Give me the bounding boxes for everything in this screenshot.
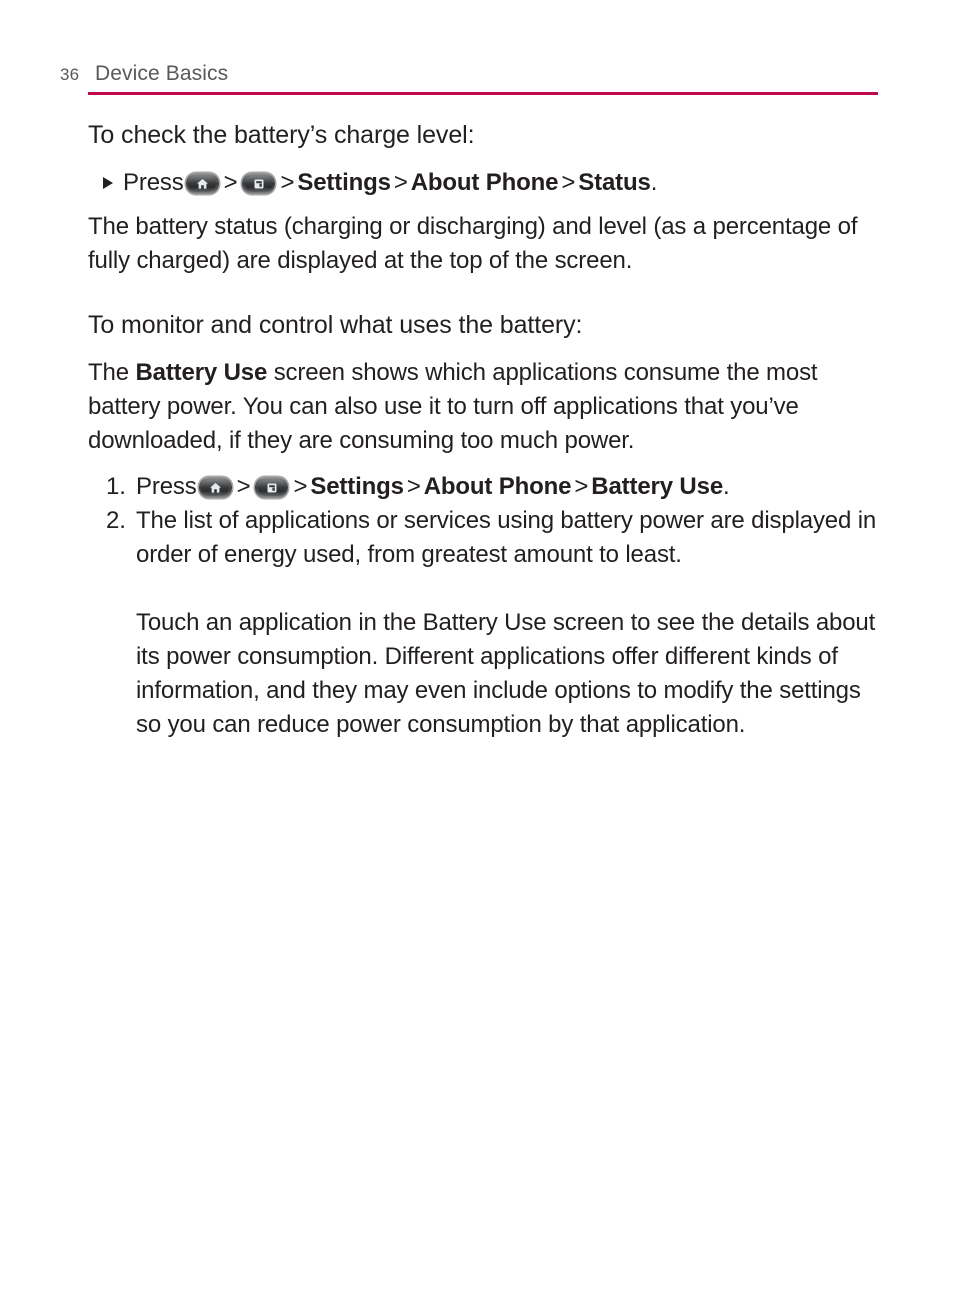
triangle-bullet-icon bbox=[103, 166, 123, 200]
menu-path-settings: Settings bbox=[297, 169, 391, 196]
heading-check-battery-charge: To check the battery’s charge level: bbox=[88, 121, 475, 149]
list-item-1-marker: 1. bbox=[106, 473, 126, 500]
document-page: 36 Device Basics To check the battery’s … bbox=[0, 0, 954, 1291]
press-label: Press bbox=[136, 473, 197, 500]
running-header: 36 Device Basics bbox=[60, 62, 878, 98]
menu-path-status: Status bbox=[578, 169, 651, 196]
list-item-2-marker: 2. bbox=[106, 507, 126, 534]
period-1: . bbox=[650, 169, 658, 196]
header-row: 36 Device Basics bbox=[60, 62, 878, 86]
list-item-2-text: The list of applications or services usi… bbox=[136, 507, 877, 568]
home-key-icon bbox=[185, 173, 219, 194]
menu-path-about-phone: About Phone bbox=[410, 169, 559, 196]
list-item-1: 1. Press > > Settings > About Phone > Battery… bbox=[88, 470, 878, 504]
menu-key-icon bbox=[242, 173, 276, 194]
list-item-1-text: Press > > Settings > About Phone > Battery Us… bbox=[136, 470, 878, 504]
separator-2: > bbox=[293, 473, 308, 500]
page-number: 36 bbox=[60, 65, 80, 84]
separator-4: > bbox=[561, 169, 576, 196]
menu-path-battery-use: Battery Use bbox=[591, 473, 724, 500]
press-label: Press bbox=[123, 169, 184, 196]
menu-path-about-phone: About Phone bbox=[423, 473, 572, 500]
period-2: . bbox=[723, 473, 730, 500]
paragraph-battery-use-part1: The bbox=[88, 359, 136, 386]
header-rule-divider bbox=[88, 92, 878, 95]
bullet-item-text: Press > > Settings > About Phone > Status. bbox=[123, 166, 878, 200]
page-content: To check the battery’s charge level: Pre… bbox=[88, 118, 878, 766]
separator-4: > bbox=[574, 473, 589, 500]
separator-1: > bbox=[223, 169, 238, 196]
home-key-icon bbox=[198, 477, 232, 498]
separator-3: > bbox=[406, 473, 421, 500]
separator-1: > bbox=[236, 473, 251, 500]
paragraph-battery-use: The Battery Use screen shows which appli… bbox=[88, 356, 878, 458]
menu-key-icon bbox=[255, 477, 289, 498]
menu-path-settings: Settings bbox=[310, 473, 404, 500]
term-battery-use: Battery Use bbox=[135, 359, 268, 386]
heading-monitor-control-battery: To monitor and control what uses the bat… bbox=[88, 311, 583, 339]
separator-3: > bbox=[393, 169, 408, 196]
paragraph-touch-application: Touch an application in the Battery Use … bbox=[136, 609, 876, 738]
separator-2: > bbox=[280, 169, 295, 196]
paragraph-battery-status: The battery status (charging or discharg… bbox=[88, 213, 858, 274]
list-item-2: 2. The list of applications or services … bbox=[88, 504, 878, 572]
header-chapter-title: Device Basics bbox=[95, 62, 229, 85]
bullet-item-press-status: Press > > Settings > About Phone > Status. bbox=[88, 166, 878, 200]
